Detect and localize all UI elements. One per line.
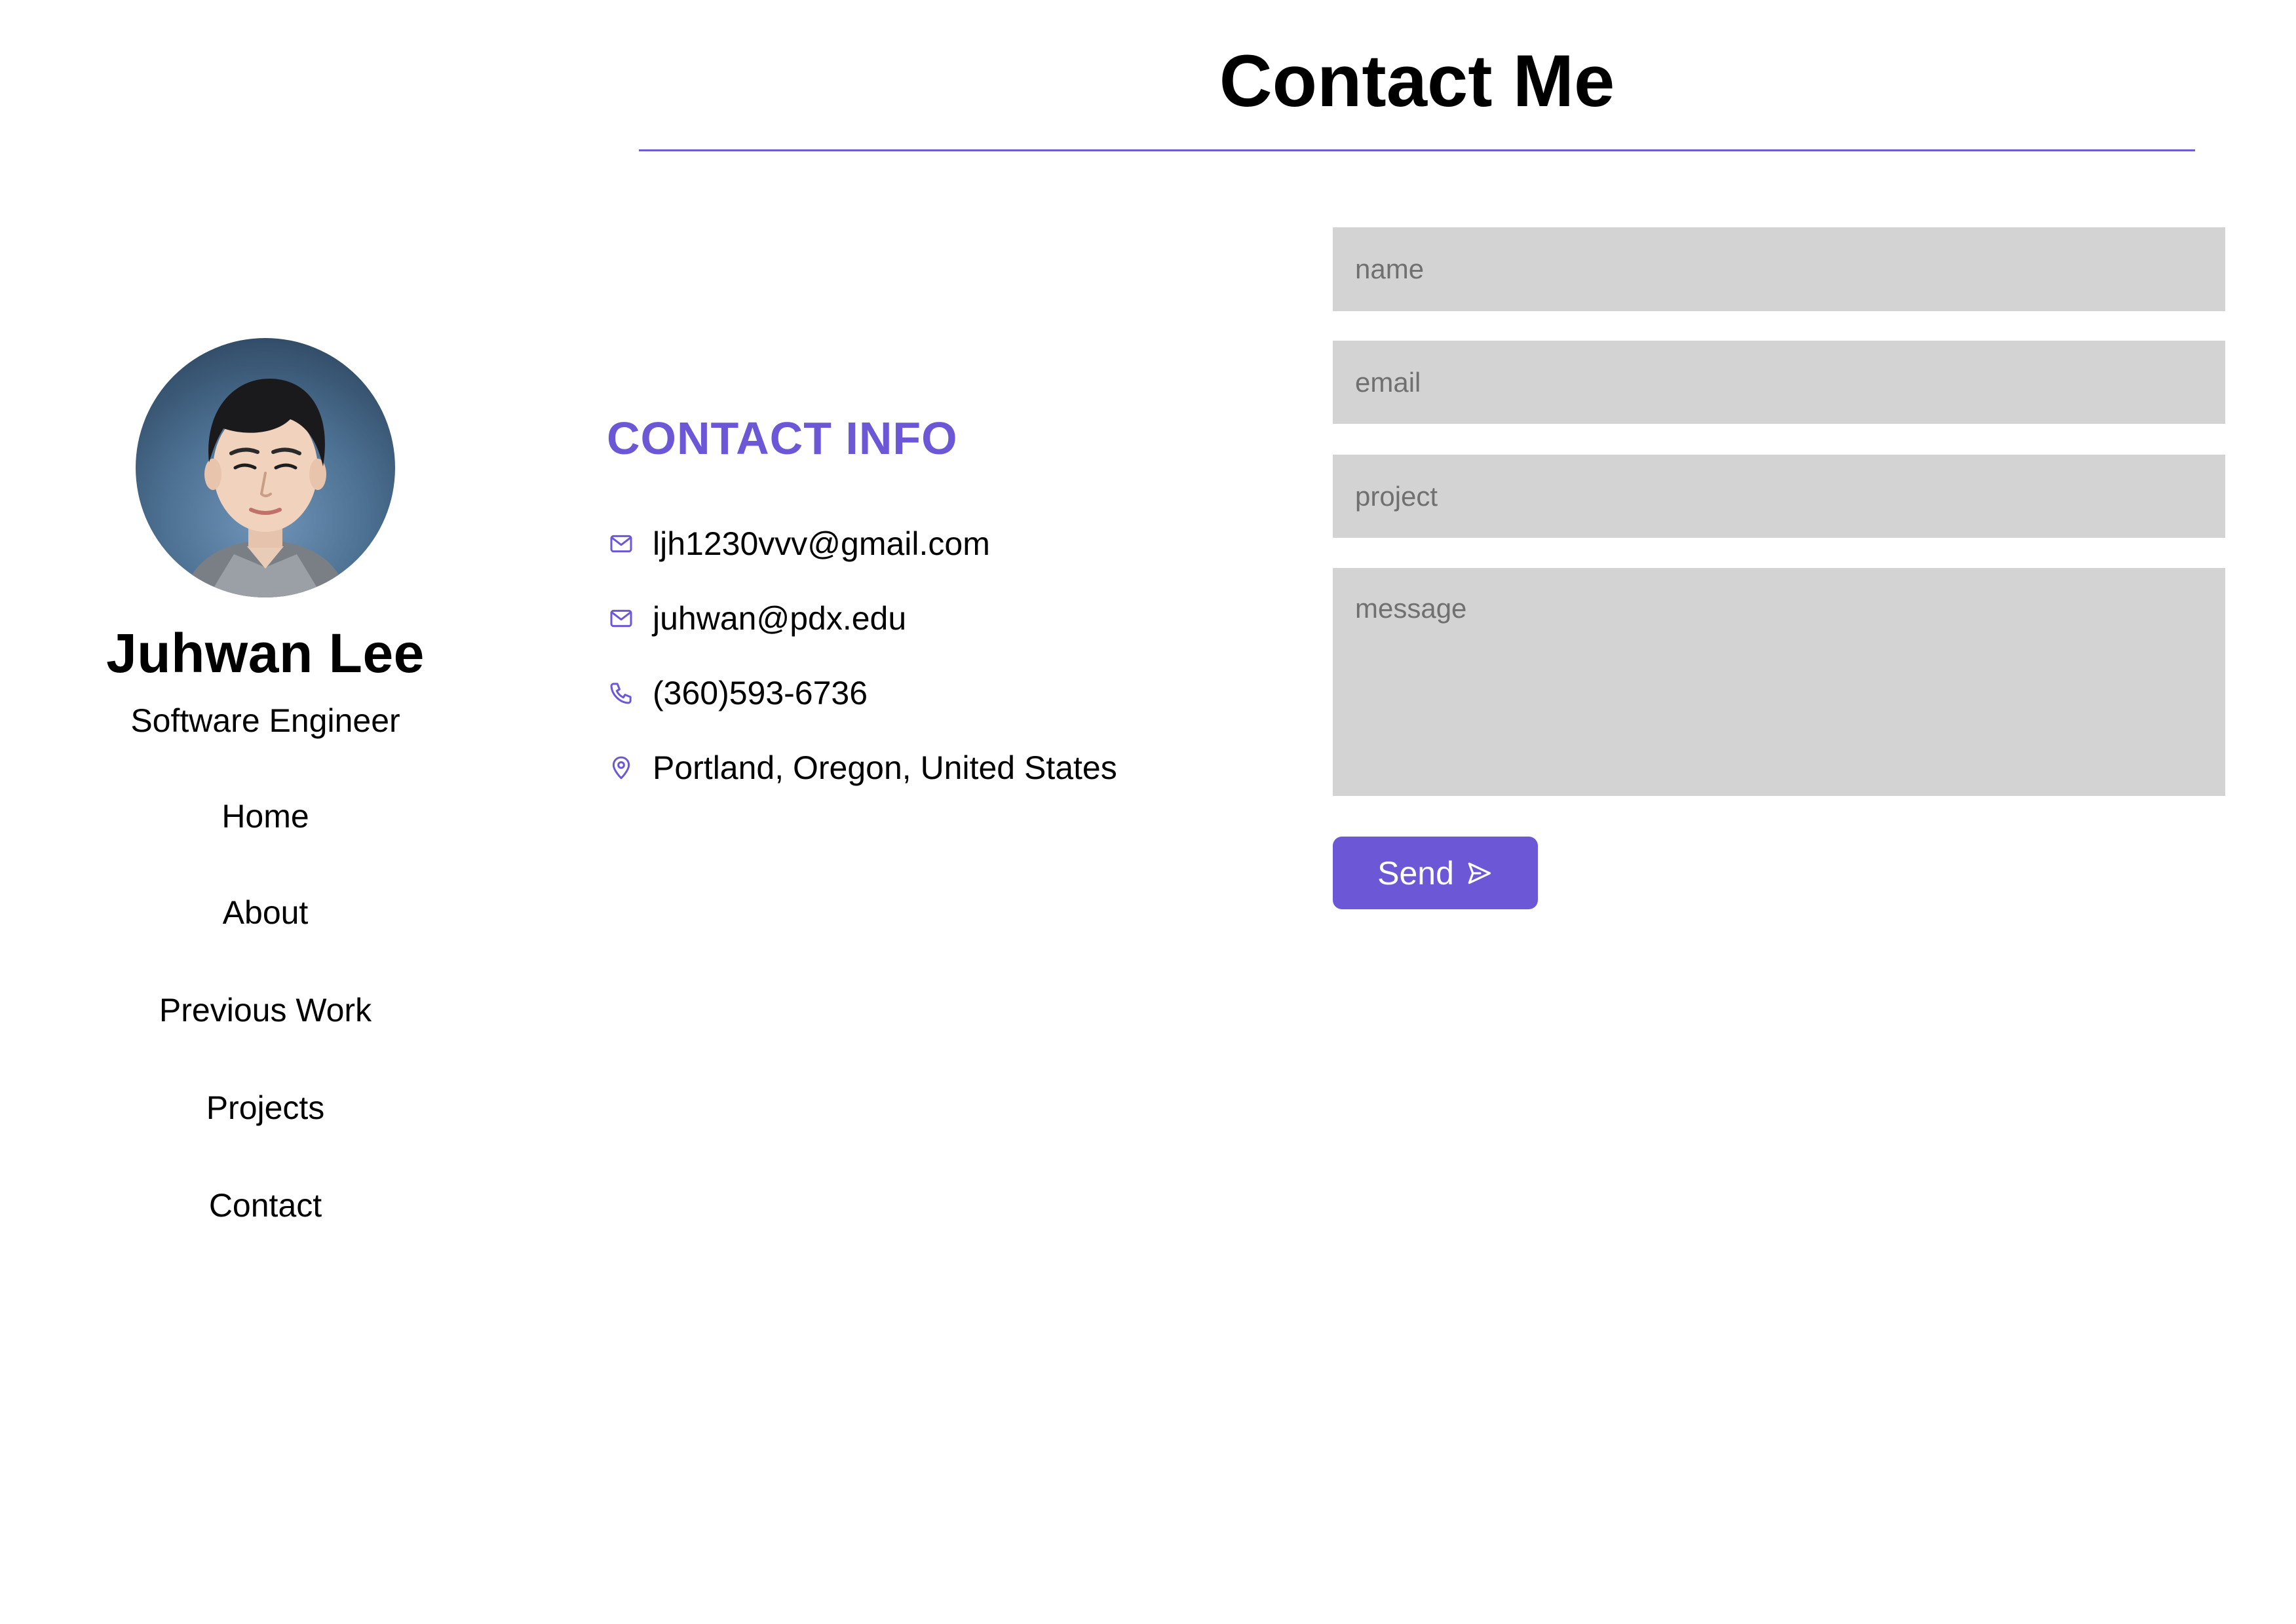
profile-name: Juhwan Lee (106, 622, 425, 684)
page-title: Contact Me (1219, 40, 1615, 122)
send-button[interactable]: Send (1333, 837, 1538, 909)
contact-info-heading: CONTACT INFO (607, 413, 958, 464)
contact-info-item: ljh1230vvv@gmail.com (607, 524, 990, 563)
nav-item-contact[interactable]: Contact (0, 1189, 531, 1222)
contact-email-primary[interactable]: ljh1230vvv@gmail.com (653, 527, 990, 560)
send-button-label: Send (1377, 854, 1454, 892)
send-icon (1464, 859, 1493, 888)
name-input[interactable] (1333, 227, 2225, 311)
contact-email-secondary[interactable]: juhwan@pdx.edu (653, 602, 906, 635)
message-textarea[interactable] (1333, 568, 2225, 796)
profile-role: Software Engineer (130, 702, 400, 739)
avatar (136, 338, 395, 597)
contact-info-item: Portland, Oregon, United States (607, 748, 1117, 787)
nav-item-about[interactable]: About (0, 896, 531, 929)
email-input[interactable] (1333, 341, 2225, 424)
sidebar: Juhwan Lee Software Engineer Home About … (0, 0, 531, 1624)
mail-icon (607, 529, 636, 558)
mail-icon (607, 604, 636, 633)
contact-phone[interactable]: (360)593-6736 (653, 677, 868, 709)
nav-item-previous-work[interactable]: Previous Work (0, 994, 531, 1027)
nav-item-home[interactable]: Home (0, 800, 531, 833)
location-pin-icon (607, 753, 636, 782)
profile-photo (182, 379, 349, 597)
project-input[interactable] (1333, 455, 2225, 538)
phone-icon (607, 679, 636, 708)
contact-info-item: juhwan@pdx.edu (607, 599, 906, 638)
nav-item-projects[interactable]: Projects (0, 1091, 531, 1124)
contact-info-item: (360)593-6736 (607, 673, 868, 713)
title-divider (639, 149, 2195, 151)
contact-location: Portland, Oregon, United States (653, 749, 1117, 786)
